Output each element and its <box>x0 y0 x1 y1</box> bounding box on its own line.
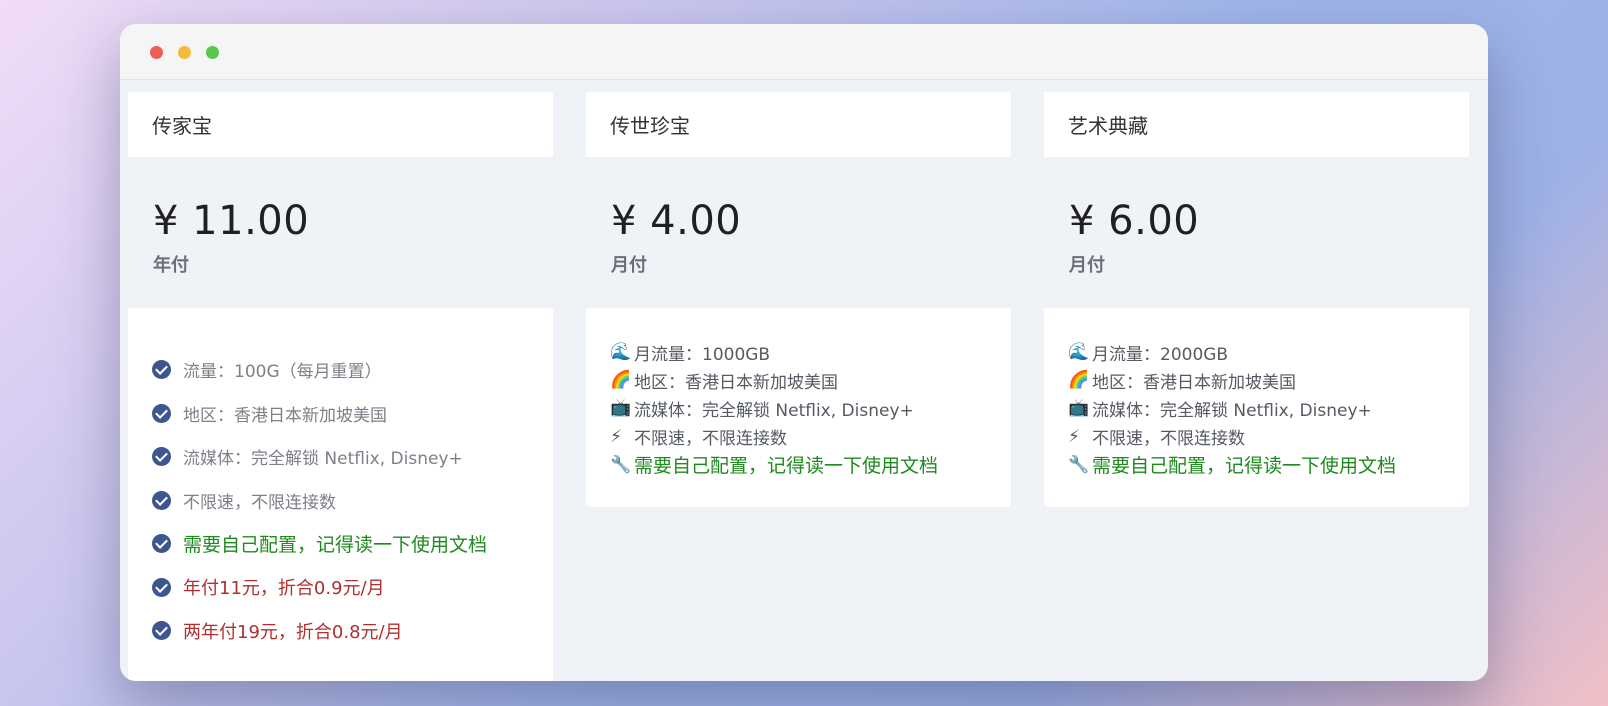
feature-item: 两年付19元，折合0.8元/月 <box>152 609 529 653</box>
check-circle-icon <box>152 360 171 380</box>
check-circle-icon <box>152 403 171 423</box>
wrench-icon: 🔧 <box>1068 454 1090 475</box>
plan-title: 传世珍宝 <box>586 92 1011 157</box>
check-circle-icon <box>152 490 171 510</box>
plan-billing-period: 年付 <box>153 255 189 276</box>
lightning-icon: ⚡ <box>610 426 622 447</box>
plan-price: ¥ 11.00 <box>153 198 310 244</box>
feature-item: ⚡ 不限速，不限连接数 <box>610 426 787 450</box>
wrench-icon: 🔧 <box>610 454 632 475</box>
plan-billing-period: 月付 <box>1069 255 1105 276</box>
close-window-button[interactable] <box>150 46 163 59</box>
plan-feature-list: 🌊 月流量：1000GB 🌈 地区：香港日本新加坡美国 📺 流媒体：完全解锁 N… <box>586 308 1011 479</box>
feature-item: 🔧 需要自己配置，记得读一下使用文档 <box>610 454 939 478</box>
feature-item: 需要自己配置，记得读一下使用文档 <box>152 522 529 566</box>
plan-price-block: ¥ 11.00 年付 <box>128 157 553 308</box>
plan-price: ¥ 4.00 <box>611 198 742 244</box>
feature-item: 地区：香港日本新加坡美国 <box>152 392 529 436</box>
minimize-window-button[interactable] <box>178 46 191 59</box>
tv-icon: 📺 <box>1068 398 1090 419</box>
feature-item: 流媒体：完全解锁 Netflix, Disney+ <box>152 435 529 479</box>
feature-item: 不限速，不限连接数 <box>152 479 529 523</box>
feature-item: 📺 流媒体：完全解锁 Netflix, Disney+ <box>610 398 914 421</box>
check-circle-icon <box>152 621 171 641</box>
title-bar <box>120 24 1488 80</box>
check-circle-icon <box>152 577 171 597</box>
check-circle-icon <box>152 534 171 554</box>
plan-price: ¥ 6.00 <box>1069 198 1200 244</box>
plan-title: 传家宝 <box>128 92 553 157</box>
tv-icon: 📺 <box>610 398 632 419</box>
rainbow-icon: 🌈 <box>1068 370 1090 391</box>
maximize-window-button[interactable] <box>206 46 219 59</box>
app-window: 传家宝 ¥ 11.00 年付 流量：100G（每月重置） 地区：香港日本新加坡美… <box>120 24 1488 681</box>
feature-item: 🌈 地区：香港日本新加坡美国 <box>1068 370 1296 393</box>
check-circle-icon <box>152 447 171 467</box>
feature-item: 🔧 需要自己配置，记得读一下使用文档 <box>1068 454 1397 478</box>
feature-item: 流量：100G（每月重置） <box>152 348 529 392</box>
feature-item: 📺 流媒体：完全解锁 Netflix, Disney+ <box>1068 398 1372 421</box>
plan-title: 艺术典藏 <box>1044 92 1469 157</box>
plan-card-chuanshizhenbao[interactable]: 传世珍宝 ¥ 4.00 月付 🌊 月流量：1000GB 🌈 地区：香港日本新加坡… <box>586 92 1011 507</box>
plan-billing-period: 月付 <box>611 255 647 276</box>
lightning-icon: ⚡ <box>1068 426 1080 447</box>
plan-card-chuanjiabao[interactable]: 传家宝 ¥ 11.00 年付 流量：100G（每月重置） 地区：香港日本新加坡美… <box>128 92 553 681</box>
feature-item: 🌈 地区：香港日本新加坡美国 <box>610 370 838 393</box>
feature-item: ⚡ 不限速，不限连接数 <box>1068 426 1245 450</box>
plan-price-block: ¥ 6.00 月付 <box>1044 157 1469 308</box>
plan-price-block: ¥ 4.00 月付 <box>586 157 1011 308</box>
plan-feature-list: 流量：100G（每月重置） 地区：香港日本新加坡美国 流媒体：完全解锁 Netf… <box>128 308 553 653</box>
plan-card-yishudiancang[interactable]: 艺术典藏 ¥ 6.00 月付 🌊 月流量：2000GB 🌈 地区：香港日本新加坡… <box>1044 92 1469 507</box>
wave-icon: 🌊 <box>1068 342 1090 363</box>
feature-item: 年付11元，折合0.9元/月 <box>152 566 529 610</box>
wave-icon: 🌊 <box>610 342 632 363</box>
plan-feature-list: 🌊 月流量：2000GB 🌈 地区：香港日本新加坡美国 📺 流媒体：完全解锁 N… <box>1044 308 1469 479</box>
rainbow-icon: 🌈 <box>610 370 632 391</box>
feature-item: 🌊 月流量：1000GB <box>610 342 771 365</box>
feature-item: 🌊 月流量：2000GB <box>1068 342 1229 365</box>
